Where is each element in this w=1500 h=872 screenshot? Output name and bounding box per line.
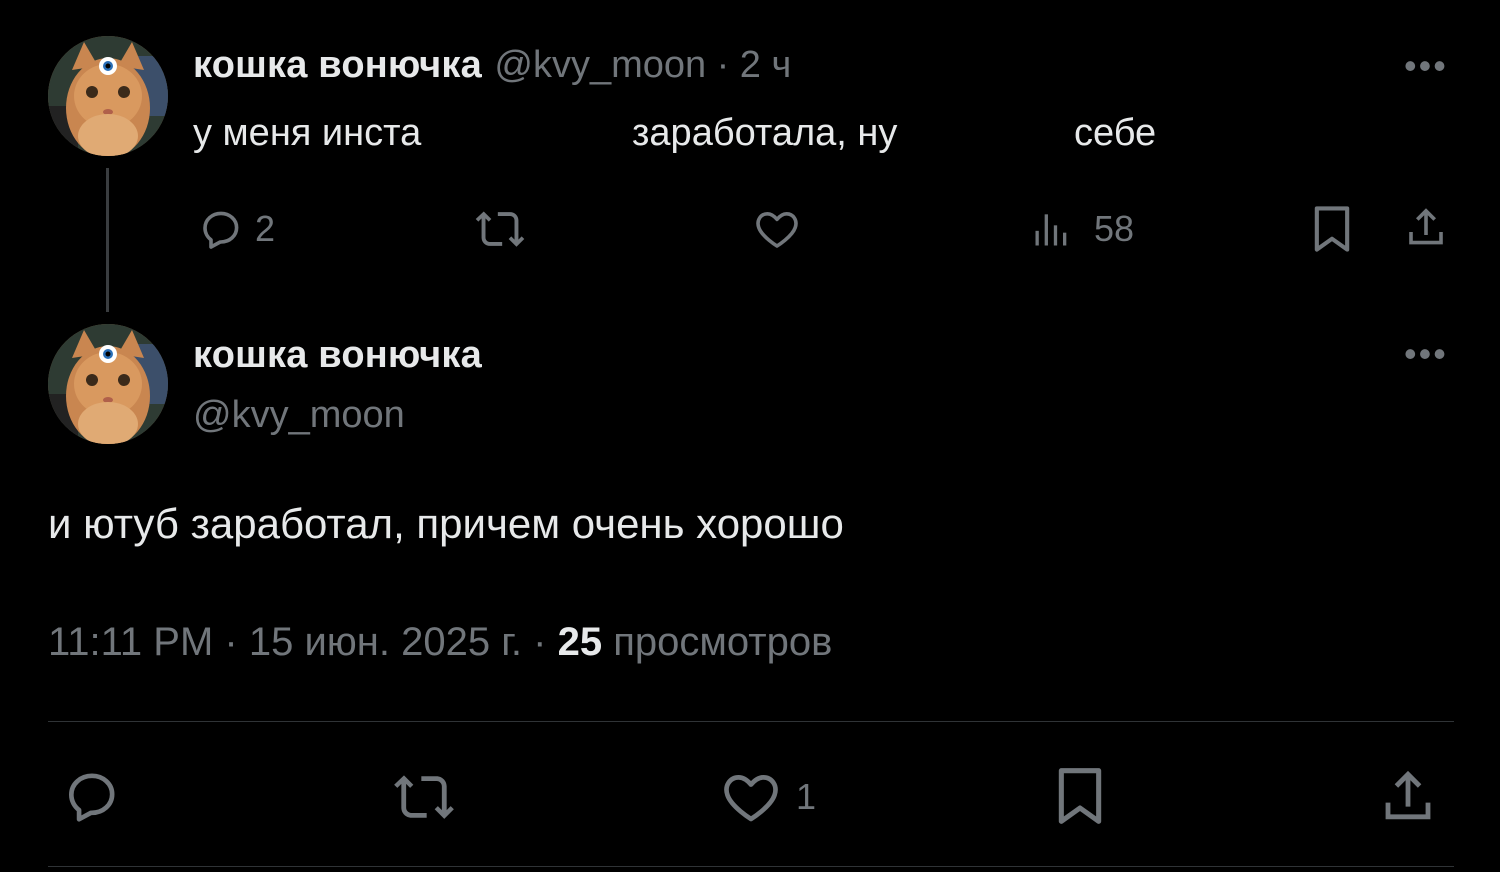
like-icon bbox=[756, 212, 798, 248]
like-button[interactable]: 1 bbox=[718, 766, 816, 828]
avatar[interactable] bbox=[48, 324, 168, 444]
tweet-date[interactable]: 15 июн. 2025 г. bbox=[249, 620, 522, 664]
cat-avatar-image bbox=[48, 324, 168, 444]
tweet-text-part-3: себе bbox=[1074, 112, 1157, 154]
thread-connector-line bbox=[106, 168, 109, 312]
like-count: 1 bbox=[796, 776, 817, 817]
user-handle[interactable]: @kvy_moon bbox=[494, 44, 706, 86]
tweet-time[interactable]: 11:11 PM bbox=[48, 620, 213, 664]
reply-button[interactable]: 2 bbox=[197, 205, 275, 253]
avatar[interactable] bbox=[48, 36, 168, 156]
views-label: просмотров bbox=[613, 620, 833, 664]
more-icon[interactable]: ••• bbox=[1404, 336, 1448, 372]
header-separator: · bbox=[716, 44, 730, 86]
retweet-button[interactable] bbox=[472, 203, 528, 260]
bookmark-icon bbox=[1314, 206, 1350, 252]
display-name[interactable]: кошка вонючка bbox=[193, 334, 482, 377]
views-icon bbox=[1035, 214, 1067, 246]
views-count: 58 bbox=[1094, 208, 1135, 249]
reply-icon bbox=[69, 773, 115, 822]
retweet-icon bbox=[475, 211, 525, 247]
display-name[interactable]: кошка вонючка bbox=[193, 44, 482, 86]
user-handle[interactable]: @kvy_moon bbox=[193, 394, 405, 437]
share-icon bbox=[1385, 770, 1431, 820]
meta-separator: · bbox=[224, 620, 238, 664]
divider bbox=[48, 721, 1454, 722]
bookmark-icon bbox=[1058, 768, 1102, 824]
share-icon bbox=[1409, 208, 1443, 245]
parent-tweet-header: кошка вонючка @kvy_moon · 2 ч bbox=[193, 44, 791, 87]
meta-separator: · bbox=[533, 620, 547, 664]
more-icon[interactable]: ••• bbox=[1404, 48, 1448, 84]
time-ago[interactable]: 2 ч bbox=[740, 44, 792, 86]
tweet-text-part-1: у меня инста bbox=[193, 112, 422, 154]
cat-avatar-image bbox=[48, 36, 168, 156]
retweet-button[interactable] bbox=[388, 765, 460, 834]
views-count: 25 bbox=[557, 620, 603, 664]
bookmark-button[interactable] bbox=[1052, 764, 1108, 833]
tweet-meta: 11:11 PM · 15 июн. 2025 г. · 25 просмотр… bbox=[48, 620, 832, 665]
divider bbox=[48, 866, 1454, 867]
like-button[interactable] bbox=[751, 205, 803, 258]
bookmark-button[interactable] bbox=[1310, 203, 1354, 260]
tweet-text-part-2: заработала, ну bbox=[632, 112, 898, 154]
views-button[interactable]: 58 bbox=[1030, 207, 1134, 251]
reply-count: 2 bbox=[255, 208, 276, 249]
like-icon bbox=[724, 775, 778, 822]
share-button[interactable] bbox=[1402, 203, 1450, 256]
main-tweet-text: и ютуб заработал, причем очень хорошо bbox=[48, 500, 844, 547]
share-button[interactable] bbox=[1376, 764, 1440, 833]
retweet-icon bbox=[394, 775, 454, 819]
reply-icon bbox=[203, 211, 239, 249]
reply-button[interactable] bbox=[60, 765, 124, 832]
